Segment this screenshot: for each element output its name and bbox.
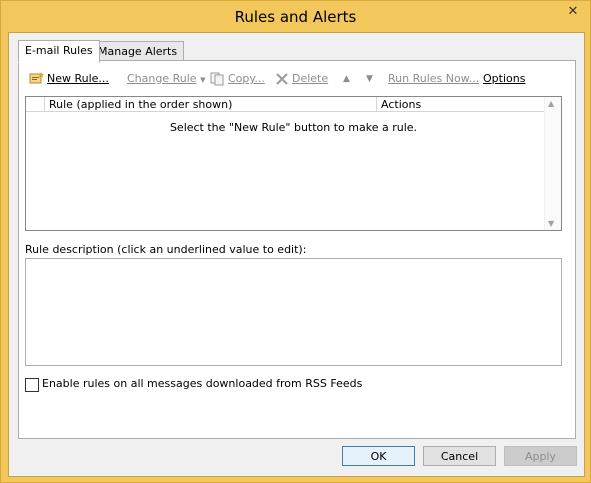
close-icon[interactable]: ✕ xyxy=(562,2,584,22)
rules-and-alerts-window: Rules and Alerts ✕ E-mail Rules Manage A… xyxy=(0,0,591,483)
run-rules-now-button[interactable]: Run Rules Now... xyxy=(388,69,479,89)
rss-rules-checkbox[interactable] xyxy=(25,378,39,392)
column-header-actions[interactable]: Actions xyxy=(377,97,545,112)
delete-label: Delete xyxy=(292,72,329,85)
rules-list-scrollbar[interactable]: ▲ ▼ xyxy=(544,97,561,230)
rss-rules-checkbox-label[interactable]: Enable rules on all messages downloaded … xyxy=(42,377,362,390)
copy-button[interactable]: Copy... xyxy=(210,69,265,89)
rule-description-box[interactable] xyxy=(25,258,562,366)
title-bar[interactable]: Rules and Alerts ✕ xyxy=(1,1,590,33)
column-header-spacer xyxy=(26,97,45,112)
apply-button[interactable]: Apply xyxy=(504,446,577,466)
delete-icon xyxy=(274,72,290,86)
rules-list[interactable]: Rule (applied in the order shown) Action… xyxy=(25,96,562,231)
change-rule-button[interactable]: Change Rule ▼ xyxy=(127,69,205,89)
delete-button[interactable]: Delete xyxy=(274,69,328,89)
chevron-down-icon: ▼ xyxy=(200,76,206,84)
new-rule-icon xyxy=(29,72,45,86)
window-title: Rules and Alerts xyxy=(234,8,357,26)
copy-icon xyxy=(210,72,226,86)
new-rule-label: New Rule... xyxy=(47,72,109,85)
options-label: Options xyxy=(483,72,526,85)
email-rules-panel: New Rule... Change Rule ▼ Copy... Delete xyxy=(18,60,576,439)
rule-description-label: Rule description (click an underlined va… xyxy=(25,243,307,256)
column-header-rule[interactable]: Rule (applied in the order shown) xyxy=(45,97,377,112)
scroll-down-icon[interactable]: ▼ xyxy=(548,219,554,228)
run-rules-now-label: Run Rules Now... xyxy=(388,72,480,85)
move-down-icon[interactable]: ▼ xyxy=(366,69,373,89)
new-rule-button[interactable]: New Rule... xyxy=(29,69,109,89)
tab-email-rules[interactable]: E-mail Rules xyxy=(18,40,100,63)
copy-label: Copy... xyxy=(228,72,265,85)
move-up-icon[interactable]: ▲ xyxy=(343,69,350,89)
dialog-client: E-mail Rules Manage Alerts New Rule... C… xyxy=(8,32,585,477)
empty-list-message: Select the "New Rule" button to make a r… xyxy=(169,121,418,134)
cancel-button[interactable]: Cancel xyxy=(423,446,496,466)
scroll-up-icon[interactable]: ▲ xyxy=(548,99,554,108)
options-button[interactable]: Options xyxy=(483,69,525,89)
ok-button[interactable]: OK xyxy=(342,446,415,466)
change-rule-label: Change Rule xyxy=(127,72,197,85)
